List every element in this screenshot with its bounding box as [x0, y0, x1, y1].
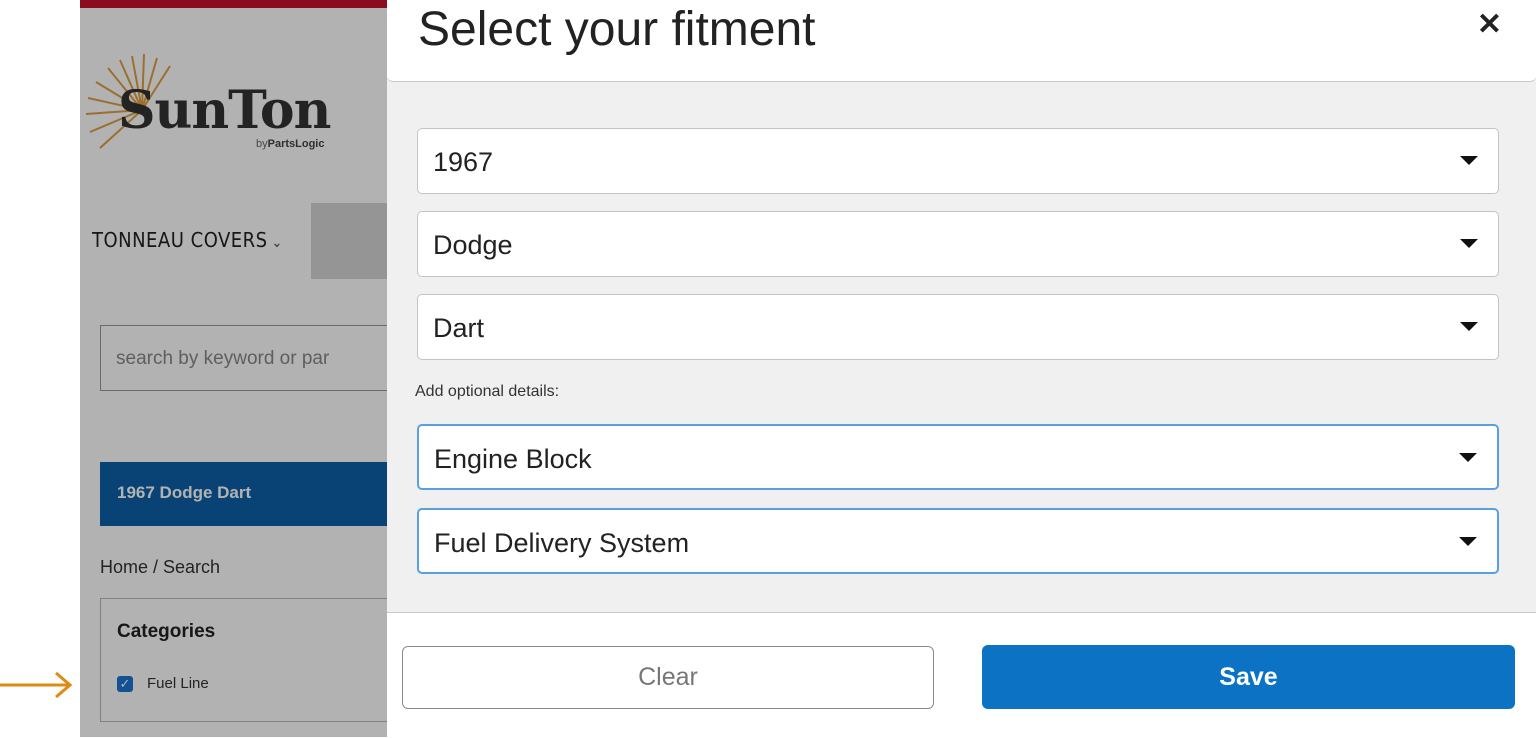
modal-footer: Clear Save	[387, 612, 1536, 738]
make-select-value: Dodge	[433, 230, 513, 260]
fuel-system-select-value: Fuel Delivery System	[434, 528, 690, 558]
caret-down-icon	[1460, 156, 1478, 165]
annotation-arrow-icon	[0, 671, 73, 699]
year-select-value: 1967	[433, 147, 494, 177]
make-select[interactable]: Dodge	[417, 211, 1499, 277]
caret-down-icon	[1459, 537, 1477, 546]
caret-down-icon	[1460, 239, 1478, 248]
modal-title: Select your fitment	[418, 3, 816, 56]
caret-down-icon	[1459, 453, 1477, 462]
clear-button[interactable]: Clear	[402, 646, 934, 709]
year-select[interactable]: 1967	[417, 128, 1499, 194]
modal-header: Select your fitment ✕	[387, 0, 1536, 82]
fitment-modal: Select your fitment ✕ 1967 Dodge Dart Ad…	[387, 0, 1536, 738]
model-select-value: Dart	[433, 313, 485, 343]
engine-select[interactable]: Engine Block	[417, 424, 1499, 490]
fuel-system-select[interactable]: Fuel Delivery System	[417, 508, 1499, 574]
model-select[interactable]: Dart	[417, 294, 1499, 360]
optional-details-label: Add optional details:	[415, 383, 560, 400]
close-icon[interactable]: ✕	[1477, 10, 1502, 40]
caret-down-icon	[1460, 322, 1478, 331]
engine-select-value: Engine Block	[434, 444, 592, 474]
save-button[interactable]: Save	[982, 645, 1515, 709]
